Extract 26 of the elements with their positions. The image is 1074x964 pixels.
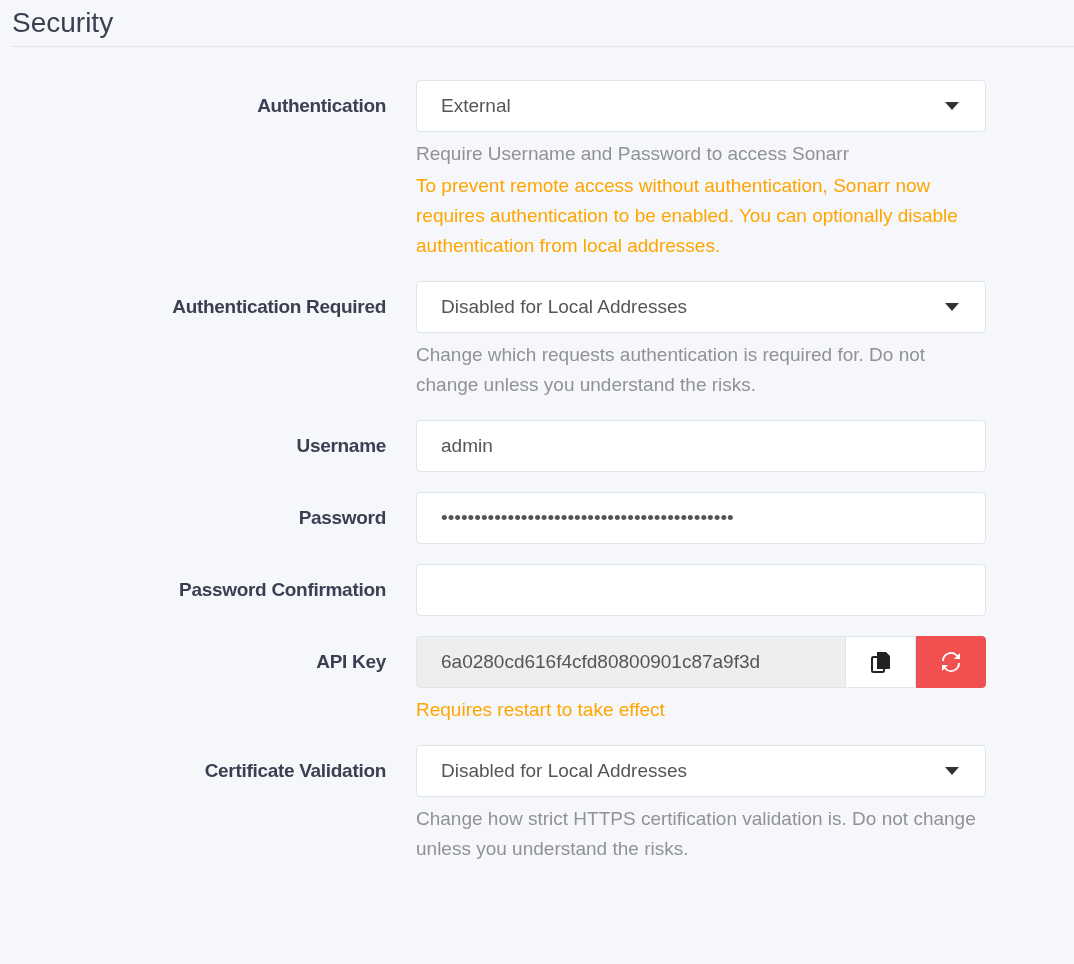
- refresh-icon: [940, 651, 962, 673]
- help-text: Change how strict HTTPS certification validation is. Do not change unless you understand the risks.: [416, 807, 977, 861]
- caret-icon: [945, 303, 959, 311]
- input-field[interactable]: [416, 564, 986, 616]
- select-field[interactable]: Disabled for Local Addresses: [416, 745, 986, 797]
- api-key-field[interactable]: 6a0280cd616f4cfd80800901c87a9f3d: [416, 636, 846, 688]
- field-label: Authentication: [256, 94, 386, 118]
- warning-text: Requires restart to take effect: [416, 698, 666, 722]
- help-text: Require Username and Password to access Sonarr: [416, 142, 850, 166]
- copy-button[interactable]: [846, 636, 916, 688]
- field-label: Password: [297, 506, 386, 530]
- caret-icon: [945, 767, 959, 775]
- section-title: Security: [12, 0, 1074, 47]
- input-field[interactable]: admin: [416, 420, 986, 472]
- copy-icon: [870, 651, 891, 673]
- input-field[interactable]: ••••••••••••••••••••••••••••••••••••••••••••: [416, 492, 986, 544]
- field-label: Authentication Required: [171, 295, 386, 319]
- field-label: API Key: [315, 650, 386, 674]
- select-field[interactable]: Disabled for Local Addresses: [416, 281, 986, 333]
- select-field[interactable]: External: [416, 80, 986, 132]
- field-label: Password Confirmation: [178, 578, 386, 602]
- field-label: Username: [295, 434, 386, 458]
- help-text: Change which requests authentication is required for. Do not change unless you understand the risks.: [416, 343, 927, 397]
- warning-text: To prevent remote access without authentication, Sonarr now requires authentication to be enabled. You can optionally disable authentication from local addresses.: [416, 174, 959, 258]
- caret-icon: [945, 102, 959, 110]
- field-label: Certificate Validation: [203, 759, 386, 783]
